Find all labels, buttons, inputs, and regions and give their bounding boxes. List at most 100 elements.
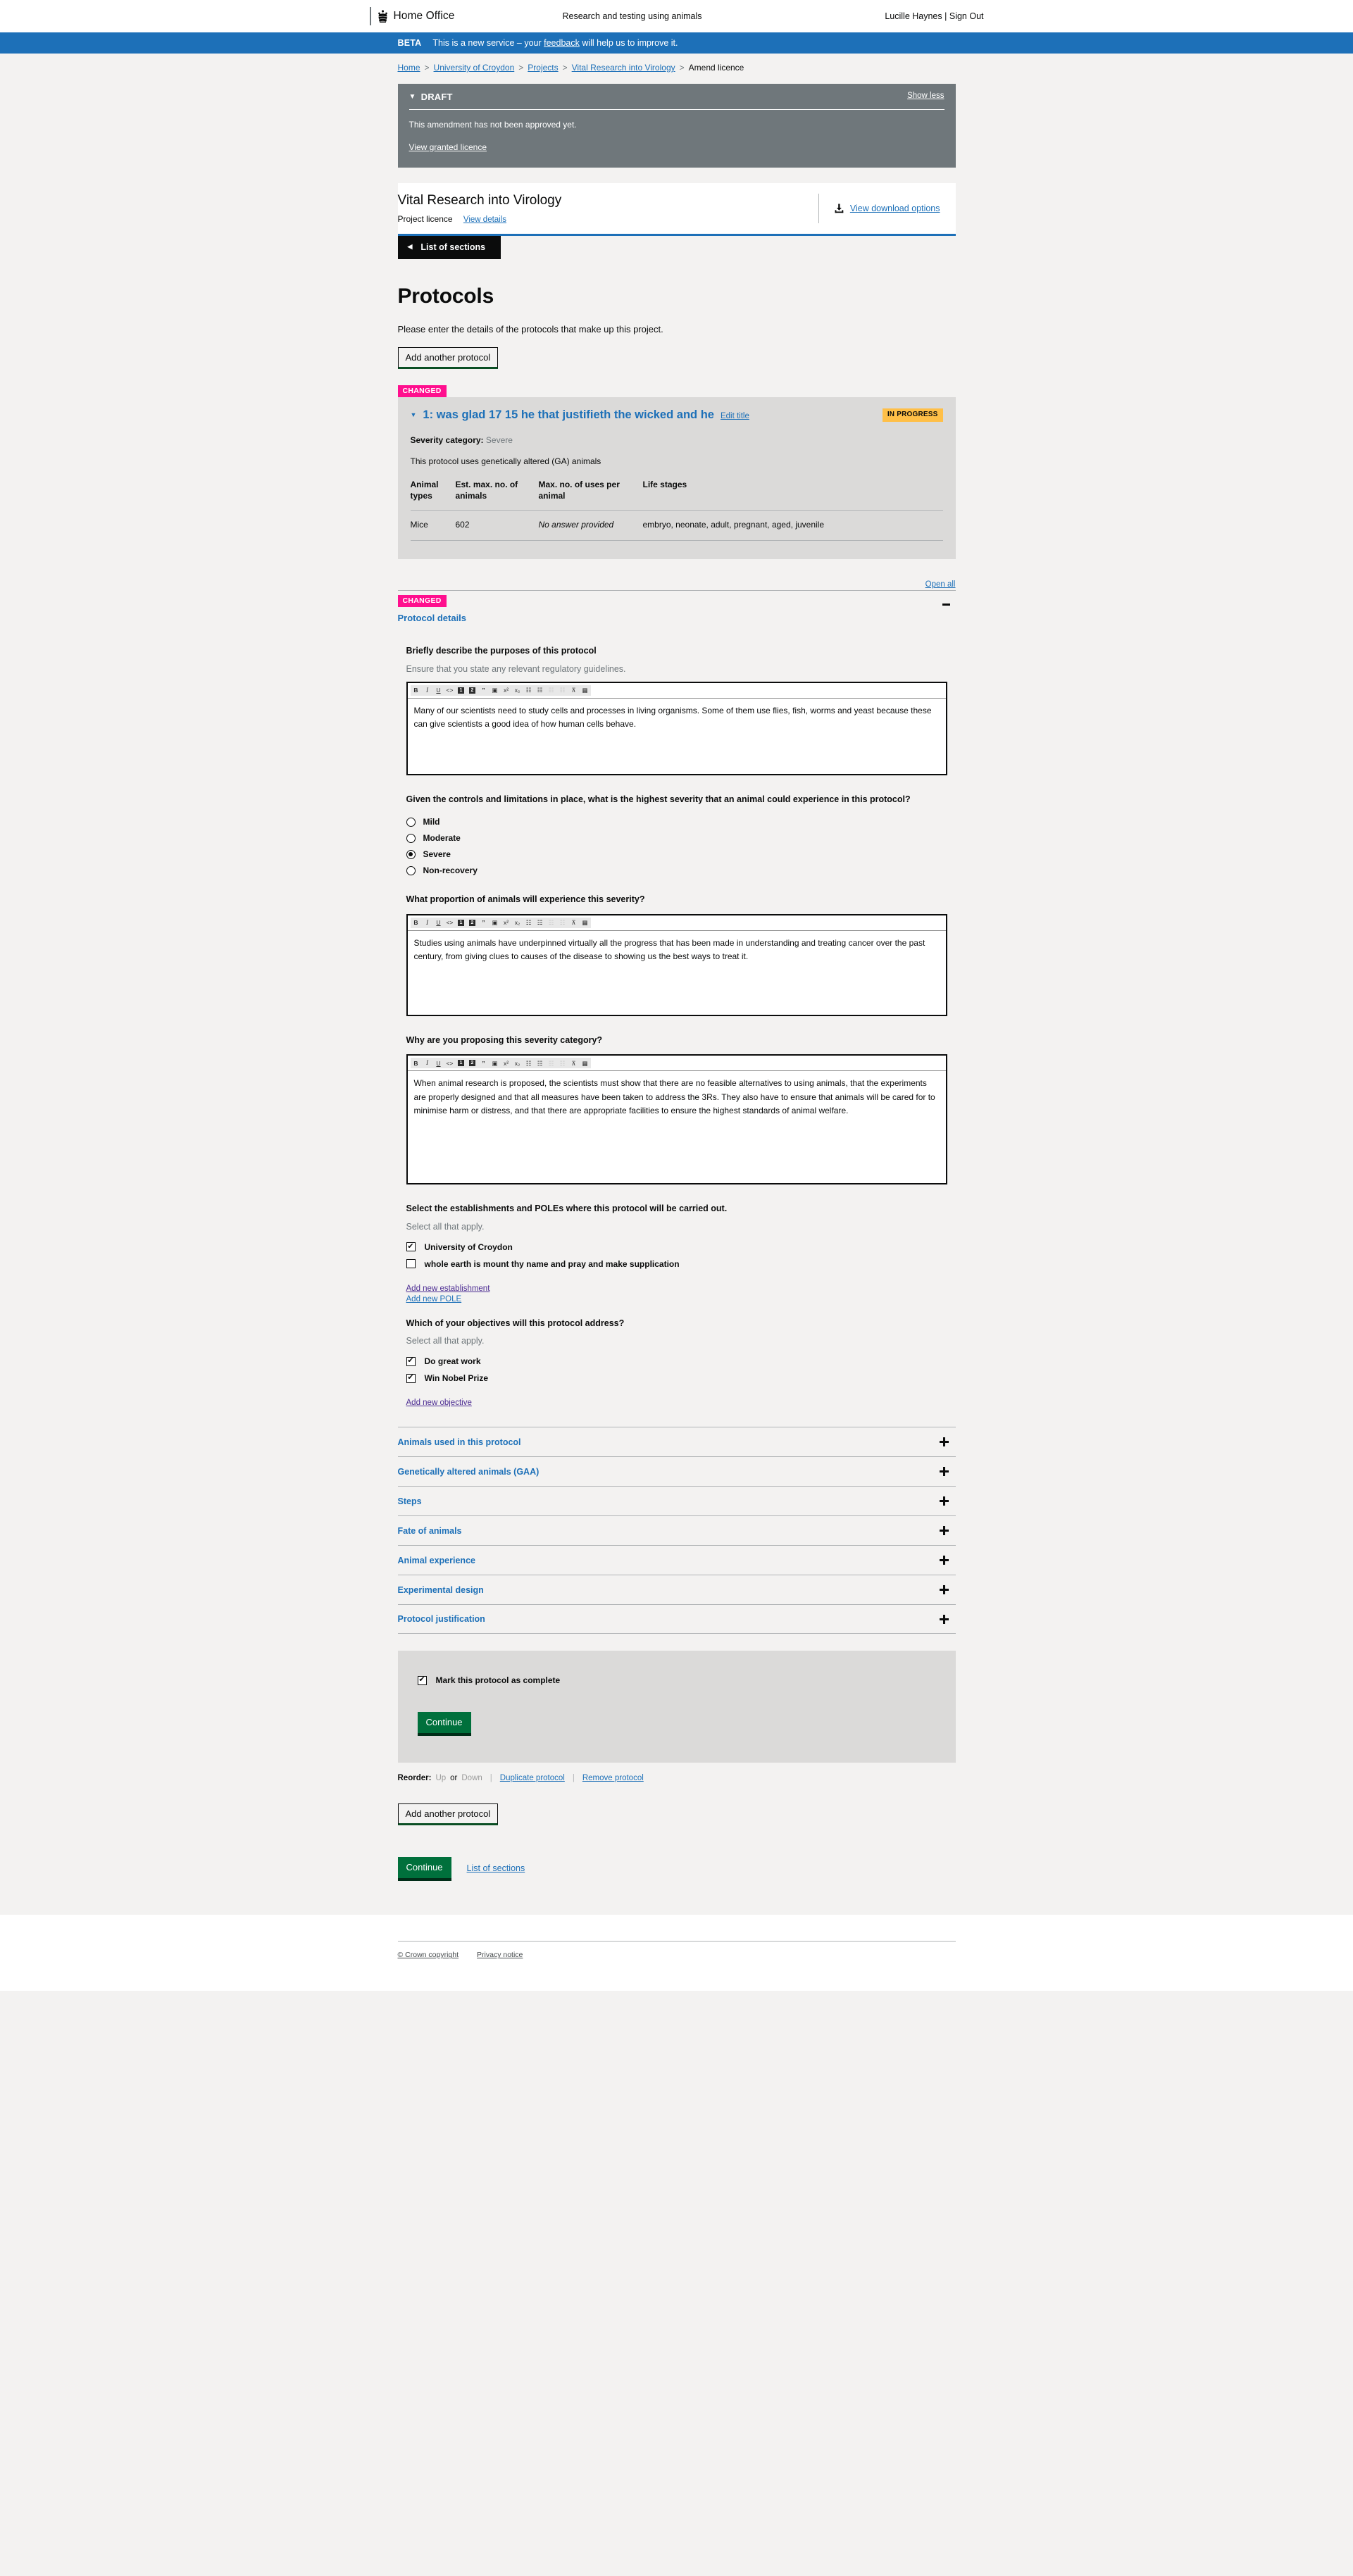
radio-option-moderate[interactable]: Moderate <box>406 833 947 843</box>
checkbox-input-win-nobel-prize[interactable]: ✔ <box>406 1373 416 1383</box>
editor-content-purposes[interactable]: Many of our scientists need to study cel… <box>407 697 946 774</box>
numbered-list-icon[interactable]: ☷ <box>535 685 545 696</box>
checkbox-option-do-great-work[interactable]: ✔ Do great work <box>406 1356 947 1366</box>
breadcrumb-vital-research-into-virology[interactable]: Vital Research into Virology <box>572 63 675 73</box>
underline-icon[interactable]: U <box>434 918 444 928</box>
table-icon[interactable]: ▦ <box>580 918 590 928</box>
editor-content-proportion[interactable]: Studies using animals have underpinned v… <box>407 930 946 1015</box>
open-all-link[interactable]: Open all <box>925 580 956 589</box>
bullet-list-icon[interactable]: ☷ <box>524 685 534 696</box>
add-another-protocol-button-bottom[interactable]: Add another protocol <box>397 1803 499 1825</box>
heading-1-icon[interactable]: 1 <box>456 918 466 928</box>
plus-icon[interactable] <box>939 1585 949 1595</box>
add-another-protocol-button-top[interactable]: Add another protocol <box>397 346 499 368</box>
image-icon[interactable]: ▣ <box>490 685 500 696</box>
continue-button-protocol[interactable]: Continue <box>417 1712 471 1735</box>
underline-icon[interactable]: U <box>434 685 444 696</box>
accordion-row-steps[interactable]: Steps <box>397 1486 956 1516</box>
clear-formatting-icon[interactable]: ⊼ <box>569 918 579 928</box>
code-icon[interactable]: <> <box>445 685 455 696</box>
minus-icon[interactable] <box>942 603 950 606</box>
checkbox-input-pole[interactable]: ✔ <box>406 1259 416 1269</box>
feedback-link[interactable]: feedback <box>544 38 580 48</box>
table-icon[interactable]: ▦ <box>580 1058 590 1068</box>
plus-icon[interactable] <box>939 1496 949 1506</box>
checkbox-input-university-of-croydon[interactable]: ✔ <box>406 1242 416 1252</box>
heading-1-icon[interactable]: 1 <box>456 1058 466 1068</box>
code-icon[interactable]: <> <box>445 1058 455 1068</box>
privacy-notice-link[interactable]: Privacy notice <box>477 1951 523 1959</box>
accordion-header-protocol-details[interactable]: CHANGED Protocol details <box>397 589 956 630</box>
heading-2-icon[interactable]: 2 <box>468 918 478 928</box>
blockquote-icon[interactable]: ” <box>479 1058 489 1068</box>
radio-option-mild[interactable]: Mild <box>406 817 947 827</box>
list-of-sections-button[interactable]: ◀ List of sections <box>397 235 501 259</box>
accordion-row-fate-of-animals[interactable]: Fate of animals <box>397 1515 956 1546</box>
breadcrumb-home[interactable]: Home <box>398 63 420 73</box>
breadcrumb-projects[interactable]: Projects <box>528 63 558 73</box>
radio-input-moderate[interactable] <box>406 833 416 843</box>
checkbox-option-university-of-croydon[interactable]: ✔ University of Croydon <box>406 1242 947 1252</box>
sign-out-link[interactable]: Sign Out <box>949 11 984 21</box>
plus-icon[interactable] <box>939 1526 949 1536</box>
radio-option-severe[interactable]: Severe <box>406 849 947 859</box>
protocol-title-row[interactable]: ▼ 1: was glad 17 15 he that justifieth t… <box>411 408 749 423</box>
superscript-icon[interactable]: x² <box>501 685 511 696</box>
underline-icon[interactable]: U <box>434 1058 444 1068</box>
remove-protocol-link[interactable]: Remove protocol <box>582 1774 644 1782</box>
bullet-list-icon[interactable]: ☷ <box>524 1058 534 1068</box>
accordion-row-animal-experience[interactable]: Animal experience <box>397 1545 956 1575</box>
heading-2-icon[interactable]: 2 <box>468 685 478 696</box>
heading-1-icon[interactable]: 1 <box>456 685 466 696</box>
accordion-row-animals-used-in-this-protocol[interactable]: Animals used in this protocol <box>397 1427 956 1457</box>
code-icon[interactable]: <> <box>445 918 455 928</box>
plus-icon[interactable] <box>939 1614 949 1624</box>
view-details-link[interactable]: View details <box>463 215 506 224</box>
accordion-row-protocol-justification[interactable]: Protocol justification <box>397 1604 956 1634</box>
list-of-sections-link[interactable]: List of sections <box>467 1863 525 1873</box>
italic-icon[interactable]: I <box>423 685 432 696</box>
home-office-logo[interactable]: Home Office <box>369 7 455 25</box>
editor-content-why-severity[interactable]: When animal research is proposed, the sc… <box>407 1070 946 1183</box>
numbered-list-icon[interactable]: ☷ <box>535 1058 545 1068</box>
rich-text-editor-purposes[interactable]: B I U <> 1 2 ” ▣ x² x₂ ☷ ☷ ☷ ☷ ⊼ ▦ Many … <box>406 681 947 775</box>
add-new-objective-link[interactable]: Add new objective <box>406 1399 472 1407</box>
add-new-establishment-link[interactable]: Add new establishment <box>406 1284 490 1293</box>
subscript-icon[interactable]: x₂ <box>513 918 523 928</box>
plus-icon[interactable] <box>939 1437 949 1447</box>
bold-icon[interactable]: B <box>411 918 421 928</box>
superscript-icon[interactable]: x² <box>501 918 511 928</box>
numbered-list-icon[interactable]: ☷ <box>535 918 545 928</box>
bullet-list-icon[interactable]: ☷ <box>524 918 534 928</box>
radio-input-non-recovery[interactable] <box>406 865 416 875</box>
table-icon[interactable]: ▦ <box>580 685 590 696</box>
italic-icon[interactable]: I <box>423 918 432 928</box>
checkbox-option-mark-protocol-complete[interactable]: ✔ Mark this protocol as complete <box>417 1675 936 1685</box>
accordion-row-experimental-design[interactable]: Experimental design <box>397 1575 956 1605</box>
plus-icon[interactable] <box>939 1556 949 1565</box>
clear-formatting-icon[interactable]: ⊼ <box>569 1058 579 1068</box>
plus-icon[interactable] <box>939 1467 949 1477</box>
blockquote-icon[interactable]: ” <box>479 918 489 928</box>
duplicate-protocol-link[interactable]: Duplicate protocol <box>500 1774 565 1782</box>
subscript-icon[interactable]: x₂ <box>513 685 523 696</box>
radio-input-mild[interactable] <box>406 817 416 827</box>
radio-option-non-recovery[interactable]: Non-recovery <box>406 865 947 875</box>
rich-text-editor-why-severity[interactable]: B I U <> 1 2 ” ▣ x² x₂ ☷ ☷ ☷ ☷ ⊼ ▦ When … <box>406 1054 947 1185</box>
checkbox-input-do-great-work[interactable]: ✔ <box>406 1356 416 1366</box>
bold-icon[interactable]: B <box>411 685 421 696</box>
superscript-icon[interactable]: x² <box>501 1058 511 1068</box>
radio-input-severe[interactable] <box>406 849 416 859</box>
view-granted-licence-link[interactable]: View granted licence <box>409 142 487 152</box>
rich-text-editor-proportion[interactable]: B I U <> 1 2 ” ▣ x² x₂ ☷ ☷ ☷ ☷ ⊼ ▦ Studi… <box>406 913 947 1016</box>
show-less-toggle[interactable]: Show less <box>907 92 944 100</box>
italic-icon[interactable]: I <box>423 1058 432 1068</box>
heading-2-icon[interactable]: 2 <box>468 1058 478 1068</box>
clear-formatting-icon[interactable]: ⊼ <box>569 685 579 696</box>
bold-icon[interactable]: B <box>411 1058 421 1068</box>
checkbox-option-win-nobel-prize[interactable]: ✔ Win Nobel Prize <box>406 1373 947 1383</box>
view-download-options-link[interactable]: View download options <box>850 204 940 213</box>
breadcrumb-university-of-croydon[interactable]: University of Croydon <box>434 63 515 73</box>
image-icon[interactable]: ▣ <box>490 918 500 928</box>
accordion-row-genetically-altered-animals[interactable]: Genetically altered animals (GAA) <box>397 1456 956 1487</box>
